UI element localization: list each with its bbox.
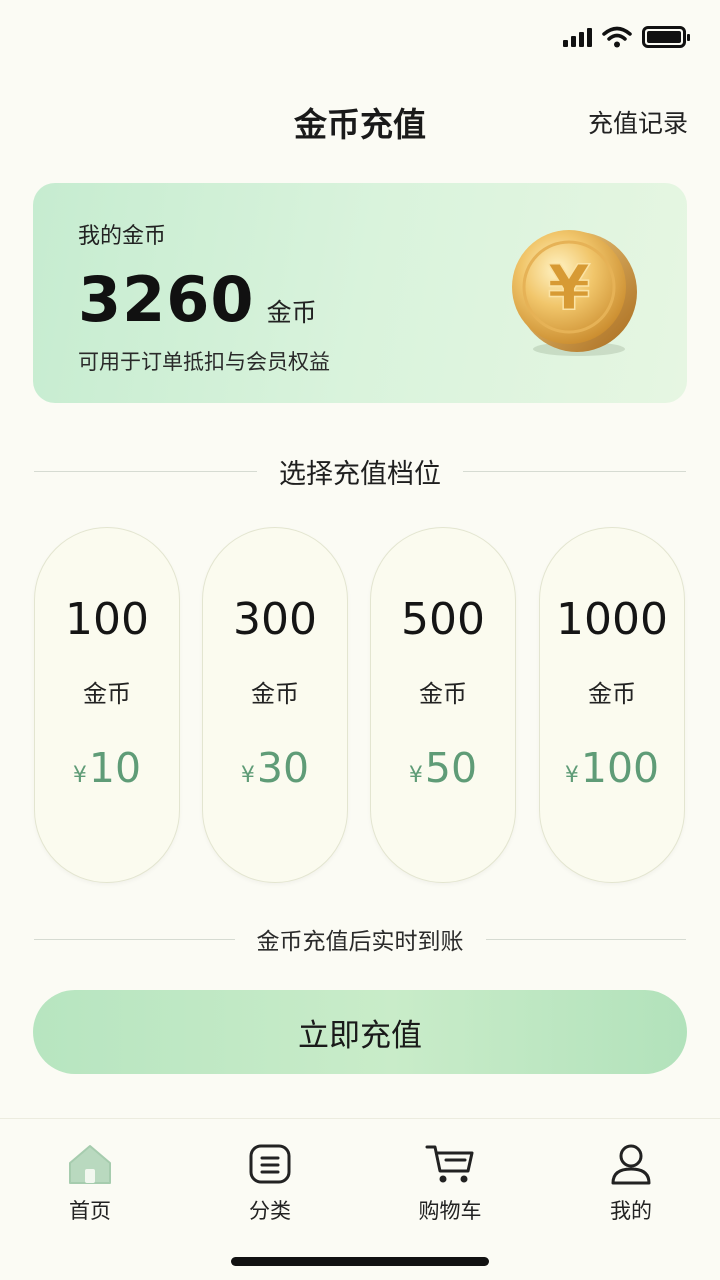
tier-price: ¥ 30 (203, 744, 347, 792)
tier-coins: 300 (233, 594, 317, 645)
tab-category[interactable]: 分类 (210, 1143, 330, 1225)
tier-unit: 金币 (83, 680, 131, 708)
status-bar (563, 26, 690, 48)
divider-line (485, 938, 686, 940)
tier-coins: 100 (65, 594, 149, 645)
tier-card-500[interactable]: 500 金币 ¥ 50 (370, 527, 516, 883)
recharge-now-button[interactable]: 立即充值 (33, 990, 687, 1074)
tier-unit: 金币 (251, 680, 299, 708)
wifi-icon (602, 26, 632, 48)
note-text: 金币充值后实时到账 (256, 929, 464, 955)
tiers-section-header: 选择充值档位 (34, 452, 686, 491)
tier-price-amount: 50 (424, 744, 478, 792)
gold-coin-icon: ¥ (505, 225, 643, 363)
tier-coins: 500 (401, 594, 485, 645)
tab-label: 购物车 (418, 1199, 482, 1223)
balance-value-row: 3260 金币 (78, 263, 317, 336)
category-icon (249, 1144, 291, 1184)
tab-home[interactable]: 首页 (30, 1143, 150, 1225)
tier-card-300[interactable]: 300 金币 ¥ 30 (202, 527, 348, 883)
tab-profile[interactable]: 我的 (571, 1143, 691, 1225)
tab-label: 我的 (610, 1199, 652, 1223)
recharge-history-link[interactable]: 充值记录 (588, 104, 688, 140)
tier-unit: 金币 (588, 680, 636, 708)
tier-price: ¥ 100 (540, 744, 684, 792)
yen-symbol: ¥ (72, 763, 87, 788)
profile-icon (611, 1144, 651, 1185)
tier-price-amount: 100 (580, 744, 660, 792)
battery-icon (642, 26, 690, 48)
divider-line (463, 471, 686, 472)
tier-price: ¥ 10 (35, 744, 179, 792)
home-icon (69, 1145, 111, 1184)
tier-price-amount: 30 (256, 744, 310, 792)
home-indicator[interactable] (231, 1257, 489, 1266)
tab-label: 首页 (69, 1199, 111, 1223)
instant-arrival-note: 金币充值后实时到账 (34, 922, 686, 956)
tier-unit: 金币 (419, 680, 467, 708)
divider-line (34, 471, 257, 472)
yen-symbol: ¥ (564, 763, 579, 788)
tier-card-100[interactable]: 100 金币 ¥ 10 (34, 527, 180, 883)
coin-symbol: ¥ (547, 251, 590, 324)
signal-icon (563, 27, 592, 47)
tier-price-amount: 10 (88, 744, 142, 792)
tab-label: 分类 (249, 1199, 291, 1223)
balance-unit: 金币 (266, 298, 317, 327)
yen-symbol: ¥ (240, 763, 255, 788)
tier-coins: 1000 (556, 594, 668, 645)
divider-line (34, 938, 235, 940)
section-title: 选择充值档位 (279, 459, 441, 490)
cart-icon (425, 1145, 474, 1183)
balance-card: 我的金币 3260 金币 可用于订单抵扣与会员权益 ¥ (33, 183, 687, 403)
balance-label: 我的金币 (78, 224, 167, 249)
tab-bar: 首页 分类 购物车 我的 (0, 1118, 720, 1280)
yen-symbol: ¥ (408, 763, 423, 788)
tier-price: ¥ 50 (371, 744, 515, 792)
balance-value: 3260 (78, 263, 255, 336)
balance-description: 可用于订单抵扣与会员权益 (78, 350, 330, 374)
tab-cart[interactable]: 购物车 (390, 1143, 510, 1225)
tier-card-1000[interactable]: 1000 金币 ¥ 100 (539, 527, 685, 883)
